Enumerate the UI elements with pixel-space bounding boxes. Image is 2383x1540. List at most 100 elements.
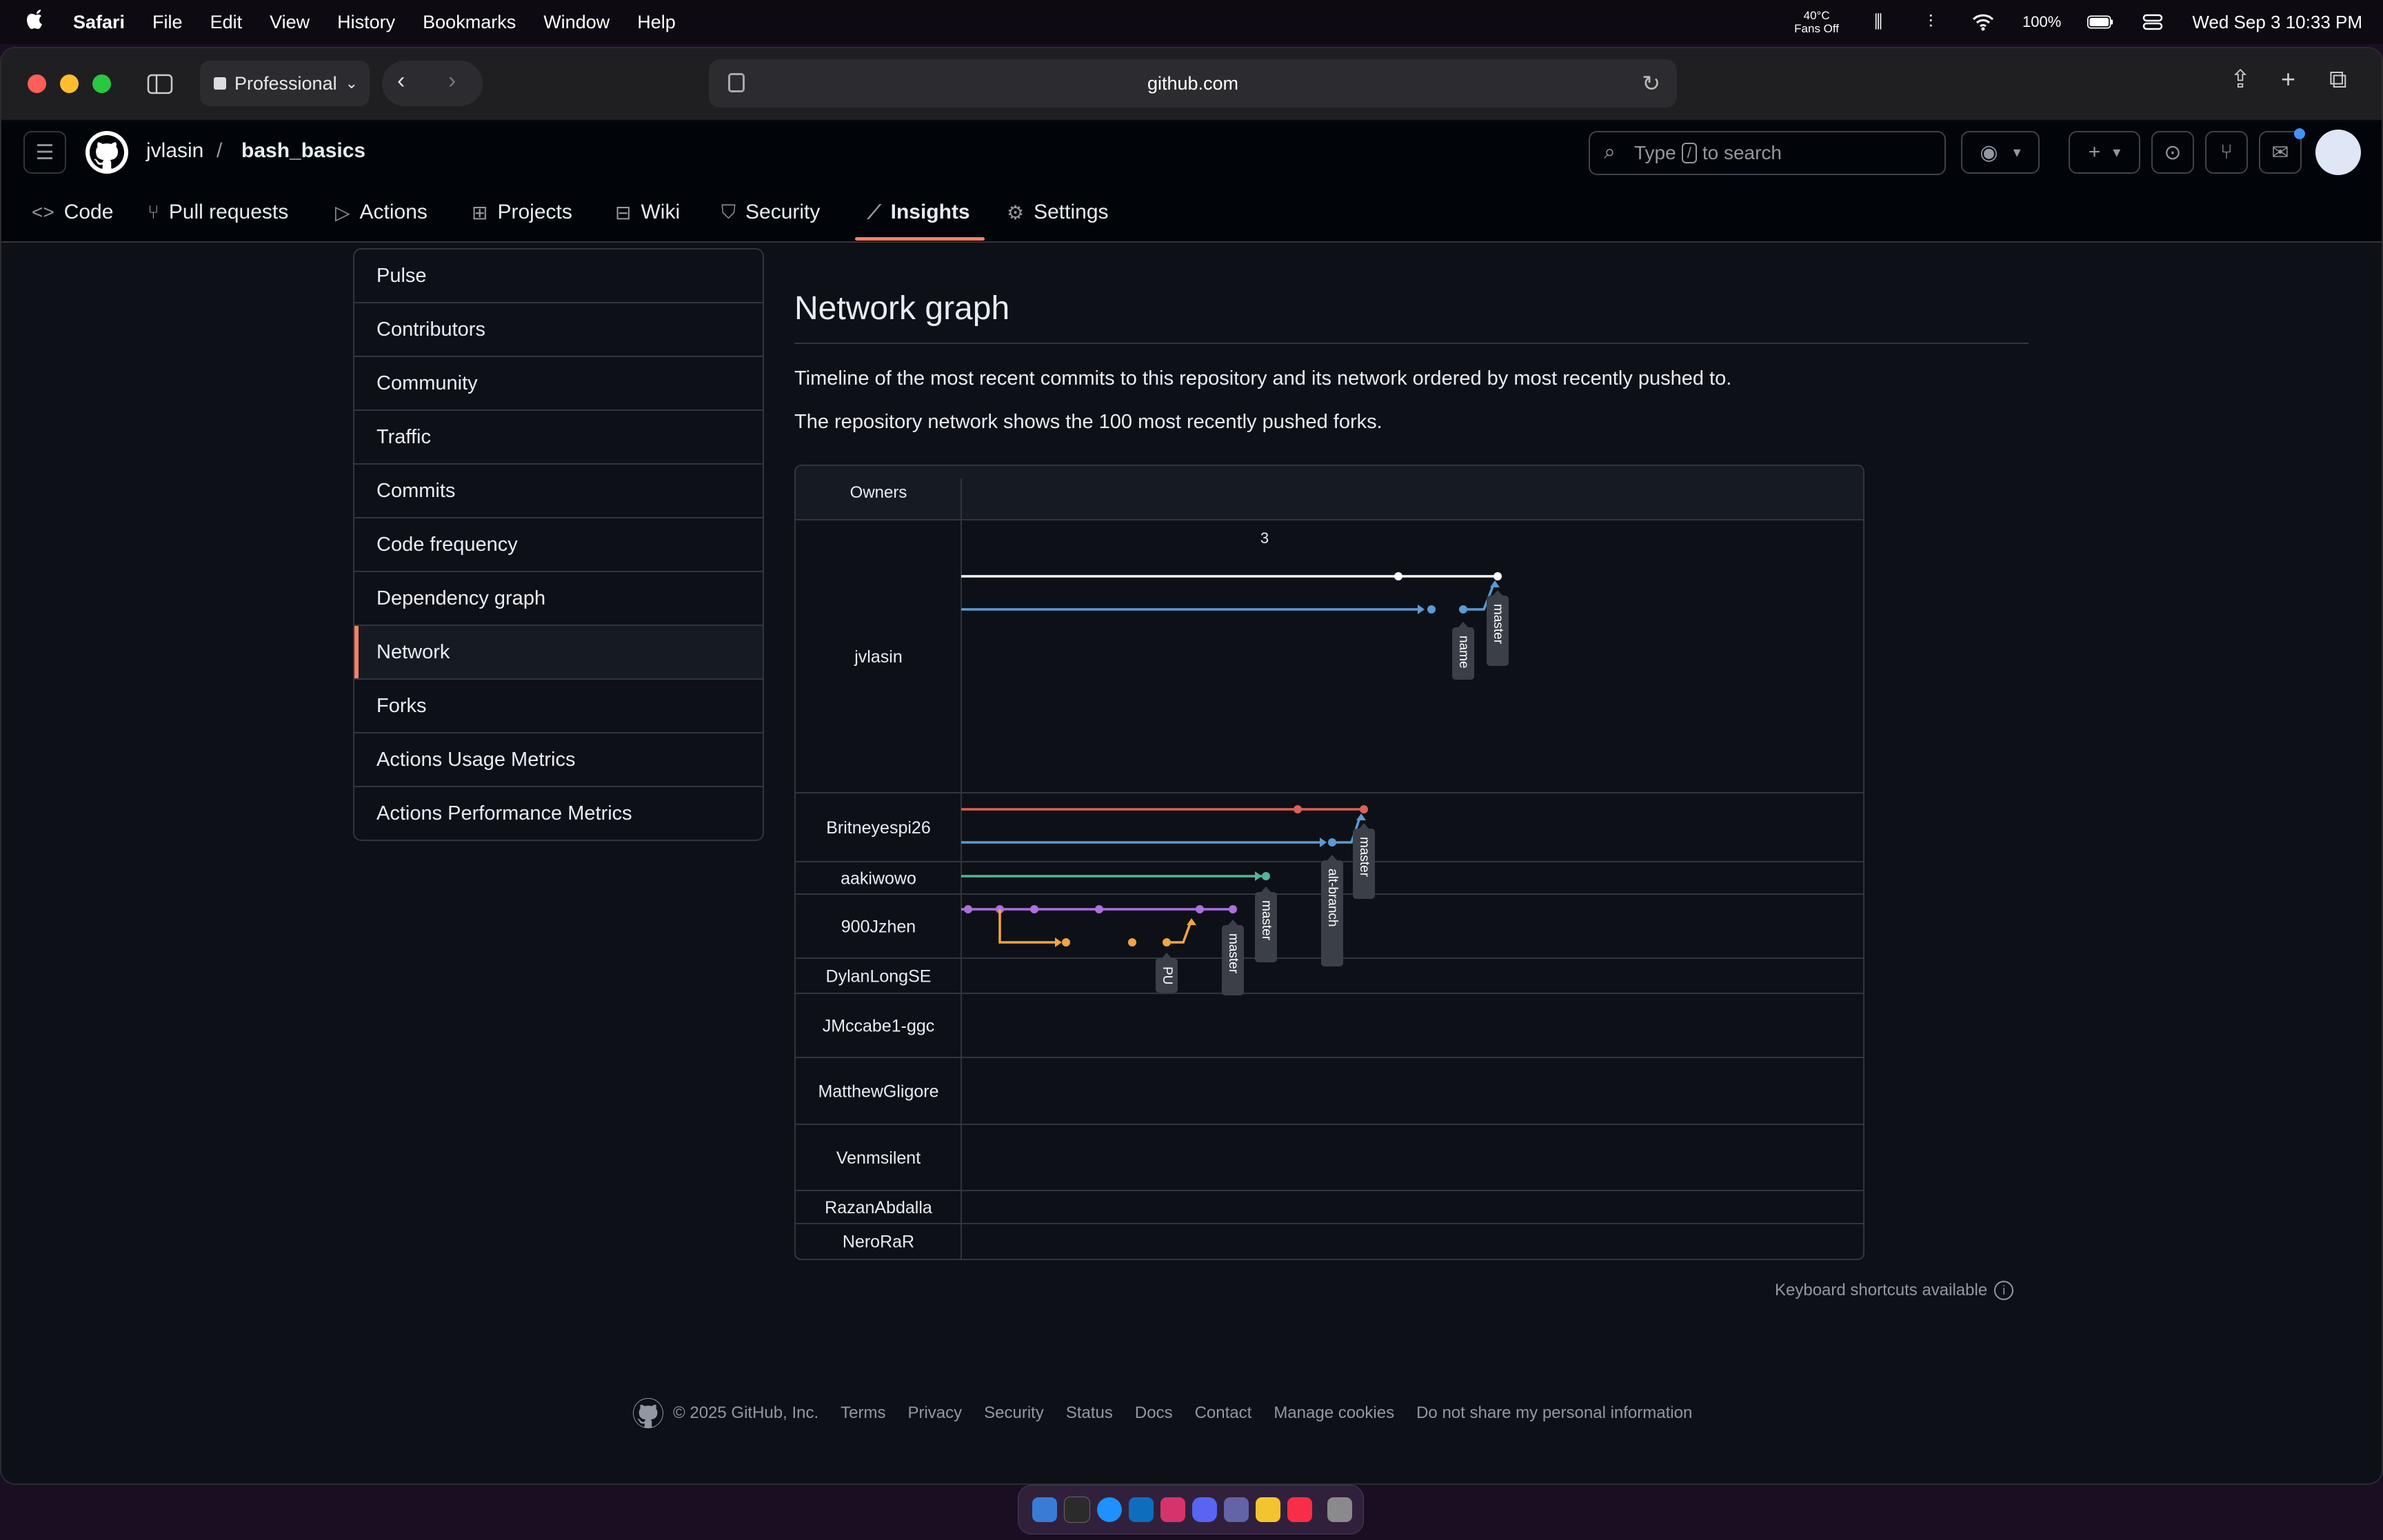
sidebar-item-network[interactable]: Network (354, 626, 763, 680)
tab-security[interactable]: ⛉ Security (721, 196, 820, 229)
trash-app-icon[interactable] (1327, 1497, 1352, 1522)
tab-overview-icon[interactable]: ⧉ (2329, 65, 2347, 94)
sidebar-item-dependency-graph[interactable]: Dependency graph (354, 572, 763, 626)
search-input[interactable]: ⌕ Type / to search (1589, 131, 1946, 175)
search-shortcut-key: / (1681, 143, 1697, 163)
footer-link-terms[interactable]: Terms (841, 1404, 885, 1423)
menu-help[interactable]: Help (637, 12, 676, 33)
sidebar-item-commits[interactable]: Commits (354, 465, 763, 518)
back-arrow-icon[interactable]: ‹ (397, 68, 405, 94)
keyboard-shortcuts-hint[interactable]: Keyboard shortcuts available i (1775, 1281, 2014, 1300)
menu-app-name[interactable]: Safari (73, 12, 125, 33)
footer-link-do-not-share[interactable]: Do not share my personal information (1416, 1404, 1692, 1423)
avatar[interactable] (2315, 130, 2361, 175)
breadcrumb-owner[interactable]: jvlasin (146, 139, 203, 163)
control-center-icon[interactable] (2140, 12, 2166, 32)
github-logo-icon[interactable] (86, 131, 128, 174)
sidebar-item-actions-performance-metrics[interactable]: Actions Performance Metrics (354, 787, 763, 840)
notes-app-icon[interactable] (1256, 1497, 1280, 1522)
notification-dot (2294, 128, 2305, 139)
issues-icon[interactable]: ⊙ (2151, 131, 2194, 174)
finder-app-icon[interactable] (1032, 1497, 1057, 1522)
info-icon[interactable]: i (1994, 1281, 2014, 1300)
tab-wiki[interactable]: ⊟ Wiki (615, 196, 680, 229)
footer-link-manage-cookies[interactable]: Manage cookies (1274, 1404, 1394, 1423)
menu-window[interactable]: Window (543, 12, 610, 33)
zoom-window-button[interactable] (92, 74, 111, 93)
merge-arrow (1255, 871, 1262, 881)
airpods-icon[interactable]: ⫼ (1865, 11, 1891, 32)
commit-dot (1294, 805, 1302, 813)
sidebar-item-community[interactable]: Community (354, 357, 763, 411)
tab-actions[interactable]: ▷ Actions (335, 196, 428, 229)
chevron-down-icon: ⌄ (345, 74, 359, 92)
safari-app-icon[interactable] (1097, 1497, 1122, 1522)
shield-icon: ⛉ (721, 201, 736, 223)
apple-menu-icon[interactable] (25, 8, 52, 37)
footer-link-docs[interactable]: Docs (1135, 1404, 1173, 1423)
tab-insights[interactable]: ⟋ Insights (867, 196, 970, 229)
footer-link-privacy[interactable]: Privacy (907, 1404, 962, 1423)
reload-icon[interactable]: ↻ (1642, 70, 1660, 97)
hamburger-menu-icon[interactable]: ☰ (23, 131, 66, 174)
tab-projects[interactable]: ⊞ Projects (472, 196, 572, 229)
jetbrains-app-icon[interactable] (1160, 1497, 1185, 1522)
footer-link-status[interactable]: Status (1066, 1404, 1113, 1423)
tab-code[interactable]: <> Code (32, 196, 113, 229)
forward-arrow-icon[interactable]: › (448, 68, 456, 94)
pull-requests-icon[interactable]: ⑂ (2205, 131, 2248, 174)
briefcase-icon (214, 77, 226, 90)
footer-link-security[interactable]: Security (984, 1404, 1044, 1423)
sidebar-item-actions-usage-metrics[interactable]: Actions Usage Metrics (354, 733, 763, 787)
new-tab-icon[interactable]: + (2281, 65, 2295, 94)
github-footer-logo-icon[interactable] (633, 1398, 663, 1428)
play-icon: ▷ (335, 201, 350, 223)
sidebar-item-code-frequency[interactable]: Code frequency (354, 518, 763, 572)
breadcrumb-repo[interactable]: bash_basics (241, 139, 365, 163)
commit-dot (1095, 905, 1103, 913)
profile-switcher[interactable]: Professional ⌄ (200, 61, 370, 106)
footer-copyright: © 2025 GitHub, Inc. (673, 1404, 819, 1422)
network-graph-canvas[interactable]: Owners jvlasin Britneyespi26 aakiwowo 900Jzh… (796, 466, 1863, 1259)
sidebar-item-contributors[interactable]: Contributors (354, 303, 763, 357)
create-new-button[interactable]: + ▾ (2069, 131, 2140, 174)
owner-name-DylanLongSE: DylanLongSE (826, 967, 932, 986)
discord-app-icon[interactable] (1192, 1497, 1217, 1522)
close-window-button[interactable] (28, 74, 46, 93)
address-bar[interactable]: github.com ↻ (709, 59, 1677, 108)
page-settings-icon[interactable] (728, 73, 745, 92)
airpods-pro-icon[interactable]: ⫶ (1918, 11, 1944, 32)
profile-name: Professional (234, 72, 337, 94)
network-graph[interactable]: Owners jvlasin Britneyespi26 aakiwowo 900Jzh… (794, 465, 1864, 1260)
menu-bookmarks[interactable]: Bookmarks (423, 12, 516, 33)
sidebar-toggle-icon[interactable] (145, 69, 175, 99)
keyboard-shortcuts-text: Keyboard shortcuts available (1775, 1281, 1988, 1299)
music-app-icon[interactable] (1287, 1497, 1312, 1522)
clock[interactable]: Wed Sep 3 10:33 PM (2192, 12, 2362, 33)
footer-link-contact[interactable]: Contact (1195, 1404, 1252, 1423)
sidebar-item-forks[interactable]: Forks (354, 680, 763, 733)
book-icon: ⊟ (615, 201, 632, 223)
minimize-window-button[interactable] (60, 74, 79, 93)
repo-nav: <> Code ⑂ Pull requests ▷ Actions ⊞ Proj… (1, 183, 2382, 243)
tab-pull-requests-label: Pull requests (168, 201, 289, 223)
search-placeholder-pre: Type (1634, 142, 1676, 163)
menu-view[interactable]: View (270, 12, 310, 33)
copilot-button[interactable]: ◉ ▾ (1961, 131, 2040, 174)
nav-buttons: ‹ › (382, 61, 483, 106)
battery-icon[interactable] (2087, 12, 2113, 32)
sidebar-item-pulse[interactable]: Pulse (354, 250, 763, 303)
tab-settings[interactable]: ⚙ Settings (1007, 196, 1109, 229)
share-icon[interactable]: ⇪ (2230, 65, 2251, 94)
terminal-app-icon[interactable] (1064, 1497, 1090, 1523)
menu-edit[interactable]: Edit (210, 12, 243, 33)
menu-file[interactable]: File (152, 12, 183, 33)
teams-app-icon[interactable] (1224, 1497, 1249, 1522)
vscode-app-icon[interactable] (1129, 1497, 1154, 1522)
sidebar-item-traffic[interactable]: Traffic (354, 411, 763, 465)
main-content: Network graph Timeline of the most recen… (794, 290, 2029, 434)
wifi-icon[interactable] (1970, 12, 1996, 32)
menu-history[interactable]: History (337, 12, 395, 33)
tab-pull-requests[interactable]: ⑂ Pull requests (148, 196, 288, 229)
temperature-widget[interactable]: 40°C Fans Off (1794, 9, 1839, 35)
